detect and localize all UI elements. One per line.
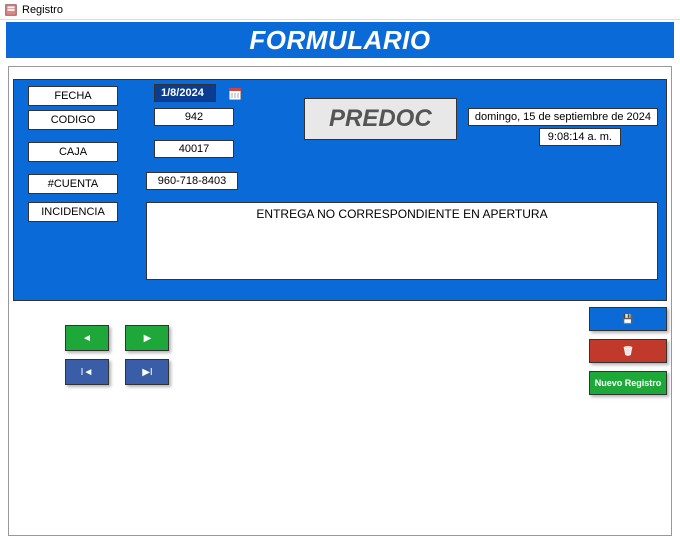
label-codigo: CODIGO bbox=[28, 110, 118, 130]
prev-button[interactable]: ◄ bbox=[65, 325, 109, 351]
nav-buttons: ◄ ▶ I◄ ▶I bbox=[65, 325, 181, 393]
current-date: domingo, 15 de septiembre de 2024 bbox=[468, 108, 658, 126]
delete-icon: 🗑 bbox=[622, 346, 633, 357]
input-cuenta[interactable]: 960-718-8403 bbox=[146, 172, 238, 190]
page-title: FORMULARIO bbox=[249, 25, 430, 56]
header-bar: FORMULARIO bbox=[6, 22, 674, 58]
label-caja: CAJA bbox=[28, 142, 118, 162]
calendar-icon[interactable] bbox=[229, 87, 241, 99]
label-incidencia: INCIDENCIA bbox=[28, 202, 118, 222]
window-title: Registro bbox=[22, 4, 63, 16]
label-fecha: FECHA bbox=[28, 86, 118, 106]
next-button[interactable]: ▶ bbox=[125, 325, 169, 351]
form-panel: FECHA CODIGO CAJA #CUENTA INCIDENCIA 1/8… bbox=[13, 79, 667, 301]
label-cuenta: #CUENTA bbox=[28, 174, 118, 194]
save-icon: 💾 bbox=[622, 314, 633, 325]
save-button[interactable]: 💾 bbox=[589, 307, 667, 331]
input-caja[interactable]: 40017 bbox=[154, 140, 234, 158]
nuevo-registro-button[interactable]: Nuevo Registro bbox=[589, 371, 667, 395]
input-fecha[interactable]: 1/8/2024 bbox=[154, 84, 216, 102]
last-button[interactable]: ▶I bbox=[125, 359, 169, 385]
delete-button[interactable]: 🗑 bbox=[589, 339, 667, 363]
predoc-badge: PREDOC bbox=[304, 98, 457, 140]
first-button[interactable]: I◄ bbox=[65, 359, 109, 385]
content-wrapper: FECHA CODIGO CAJA #CUENTA INCIDENCIA 1/8… bbox=[8, 66, 672, 536]
input-incidencia[interactable]: ENTREGA NO CORRESPONDIENTE EN APERTURA bbox=[146, 202, 658, 280]
current-time: 9:08:14 a. m. bbox=[539, 128, 621, 146]
action-column: 💾 🗑 Nuevo Registro bbox=[589, 307, 667, 403]
window-titlebar: Registro bbox=[0, 0, 680, 20]
input-codigo[interactable]: 942 bbox=[154, 108, 234, 126]
form-icon bbox=[4, 3, 18, 17]
